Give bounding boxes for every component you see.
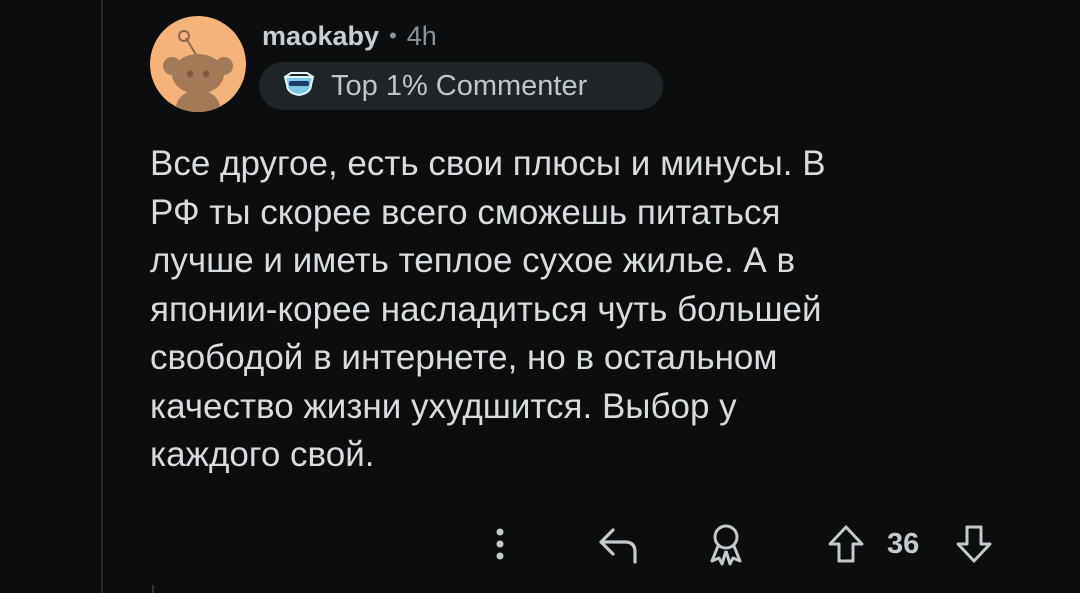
- reddit-snoo-avatar-icon: [163, 30, 233, 112]
- award-button[interactable]: [698, 516, 754, 572]
- user-avatar[interactable]: [150, 16, 246, 112]
- flair-label: Top 1% Commenter: [331, 69, 588, 102]
- more-vertical-icon: [496, 528, 504, 560]
- comment-meta: maokaby • 4h: [262, 18, 437, 54]
- top-commenter-badge-icon: [281, 71, 317, 101]
- comment-text: Все другое, есть свои плюсы и минусы. В …: [150, 144, 826, 474]
- thread-line[interactable]: [101, 0, 103, 593]
- author-username[interactable]: maokaby: [262, 21, 379, 52]
- comment-action-bar: 36: [0, 512, 1080, 576]
- reply-button[interactable]: [590, 516, 646, 572]
- meta-separator: •: [389, 23, 397, 48]
- comment-age: 4h: [406, 20, 437, 51]
- more-options-button[interactable]: [482, 518, 518, 570]
- award-icon: [710, 524, 742, 566]
- downvote-arrow-icon: [956, 525, 992, 563]
- upvote-button[interactable]: [818, 516, 874, 572]
- reply-icon: [599, 528, 637, 564]
- comment-view: maokaby • 4h Top 1% Commenter Все другое…: [0, 0, 1080, 593]
- upvote-arrow-icon: [828, 525, 864, 563]
- child-thread-line: [152, 585, 154, 593]
- downvote-button[interactable]: [946, 516, 1002, 572]
- vote-count: 36: [887, 528, 920, 560]
- user-flair[interactable]: Top 1% Commenter: [259, 62, 663, 110]
